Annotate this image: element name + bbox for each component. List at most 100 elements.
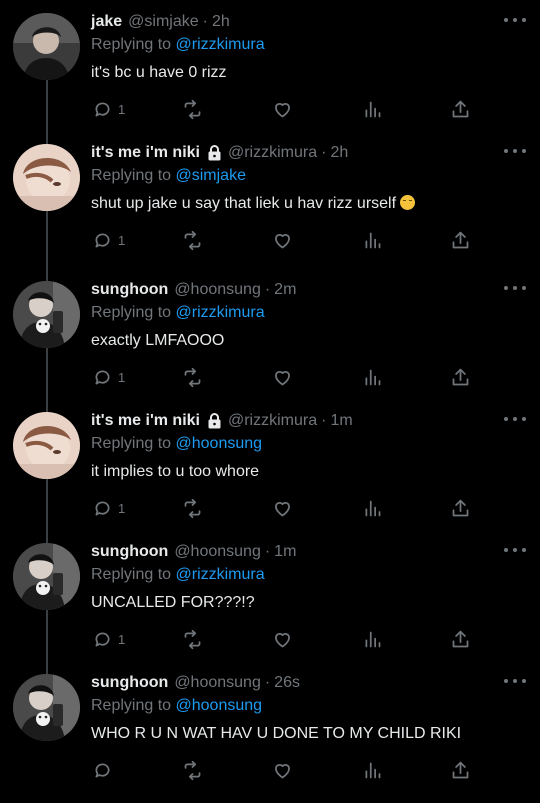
avatar-sunghoon[interactable] xyxy=(13,674,80,741)
separator-dot: · xyxy=(264,281,271,298)
display-name[interactable]: it's me i'm niki xyxy=(91,144,200,162)
timestamp[interactable]: 1m xyxy=(330,412,352,430)
avatar-sunghoon[interactable] xyxy=(13,281,80,348)
timestamp[interactable]: 2m xyxy=(274,281,296,299)
share-button[interactable] xyxy=(450,625,471,653)
user-handle[interactable]: @hoonsung xyxy=(174,674,261,692)
tweet-text-content: exactly LMFAOOO xyxy=(91,332,225,349)
replying-to: Replying to @simjake xyxy=(91,167,246,185)
action-bar: 1 xyxy=(92,226,482,256)
share-button[interactable] xyxy=(450,756,471,784)
user-handle[interactable]: @rizzkimura xyxy=(228,144,317,162)
views-button[interactable] xyxy=(362,363,383,391)
retweet-button[interactable] xyxy=(182,226,203,254)
timestamp[interactable]: 1m xyxy=(274,543,296,561)
share-button[interactable] xyxy=(450,363,471,391)
views-button[interactable] xyxy=(362,494,383,522)
replying-to-mention[interactable]: @rizzkimura xyxy=(176,566,265,583)
views-button[interactable] xyxy=(362,226,383,254)
retweet-icon xyxy=(182,99,203,120)
tweet[interactable]: jake @simjake · 2h Replying to @rizzkimu… xyxy=(0,0,540,131)
avatar-niki[interactable] xyxy=(13,144,80,211)
display-name[interactable]: sunghoon xyxy=(91,674,168,692)
share-icon xyxy=(450,760,471,781)
replying-to-label: Replying to xyxy=(91,435,176,452)
tweet[interactable]: sunghoon @hoonsung · 26s Replying to @ho… xyxy=(0,661,540,792)
unamused-face-emoji xyxy=(400,195,416,210)
replying-to: Replying to @hoonsung xyxy=(91,435,262,453)
tweet-text-content: it's bc u have 0 rizz xyxy=(91,64,227,81)
avatar-sunghoon[interactable] xyxy=(13,543,80,610)
reply-button[interactable]: 1 xyxy=(92,226,125,254)
share-button[interactable] xyxy=(450,95,471,123)
display-name[interactable]: sunghoon xyxy=(91,543,168,561)
share-button[interactable] xyxy=(450,226,471,254)
more-icon[interactable] xyxy=(504,283,526,293)
like-button[interactable] xyxy=(272,494,293,522)
replying-to-mention[interactable]: @simjake xyxy=(176,167,246,184)
tweet[interactable]: sunghoon @hoonsung · 2m Replying to @riz… xyxy=(0,268,540,399)
display-name[interactable]: jake xyxy=(91,13,122,31)
tweet[interactable]: sunghoon @hoonsung · 1m Replying to @riz… xyxy=(0,530,540,661)
replying-to: Replying to @hoonsung xyxy=(91,697,262,715)
retweet-button[interactable] xyxy=(182,494,203,522)
reply-icon xyxy=(92,498,113,519)
action-bar: 1 xyxy=(92,625,482,655)
views-button[interactable] xyxy=(362,95,383,123)
action-bar: 1 xyxy=(92,494,482,524)
retweet-button[interactable] xyxy=(182,363,203,391)
tweet-text: it implies to u too whore xyxy=(91,463,259,481)
more-icon[interactable] xyxy=(504,15,526,25)
retweet-icon xyxy=(182,230,203,251)
views-button[interactable] xyxy=(362,756,383,784)
display-name[interactable]: it's me i'm niki xyxy=(91,412,200,430)
timestamp[interactable]: 2h xyxy=(212,13,230,31)
reply-count: 1 xyxy=(118,500,126,516)
reply-icon xyxy=(92,367,113,388)
reply-count: 1 xyxy=(118,631,126,647)
more-icon[interactable] xyxy=(504,146,526,156)
more-icon[interactable] xyxy=(504,414,526,424)
reply-button[interactable]: 1 xyxy=(92,494,125,522)
reply-button[interactable] xyxy=(92,756,118,784)
reply-count: 1 xyxy=(118,101,126,117)
heart-icon xyxy=(272,760,293,781)
display-name[interactable]: sunghoon xyxy=(91,281,168,299)
share-button[interactable] xyxy=(450,494,471,522)
more-icon[interactable] xyxy=(504,676,526,686)
like-button[interactable] xyxy=(272,756,293,784)
avatar-jake[interactable] xyxy=(13,13,80,80)
replying-to-mention[interactable]: @rizzkimura xyxy=(176,36,265,53)
user-handle[interactable]: @simjake xyxy=(128,13,198,31)
replying-to-mention[interactable]: @rizzkimura xyxy=(176,304,265,321)
more-icon[interactable] xyxy=(504,545,526,555)
like-button[interactable] xyxy=(272,95,293,123)
retweet-icon xyxy=(182,498,203,519)
retweet-button[interactable] xyxy=(182,625,203,653)
user-handle[interactable]: @hoonsung xyxy=(174,543,261,561)
views-button[interactable] xyxy=(362,625,383,653)
tweet[interactable]: it's me i'm niki @rizzkimura · 1m Replyi… xyxy=(0,399,540,530)
replying-to-mention[interactable]: @hoonsung xyxy=(176,697,263,714)
tweet[interactable]: it's me i'm niki @rizzkimura · 2h Replyi… xyxy=(0,131,540,262)
reply-button[interactable]: 1 xyxy=(92,95,125,123)
separator-dot: · xyxy=(202,13,208,30)
retweet-icon xyxy=(182,760,203,781)
timestamp[interactable]: 2h xyxy=(330,144,348,162)
like-button[interactable] xyxy=(272,226,293,254)
reply-button[interactable]: 1 xyxy=(92,363,125,391)
retweet-button[interactable] xyxy=(182,756,203,784)
user-handle[interactable]: @rizzkimura xyxy=(228,412,317,430)
tweet-text-content: WHO R U N WAT HAV U DONE TO MY CHILD RIK… xyxy=(91,725,462,742)
replying-to-mention[interactable]: @hoonsung xyxy=(176,435,263,452)
tweet-header: sunghoon @hoonsung · 2m xyxy=(91,281,500,299)
reply-button[interactable]: 1 xyxy=(92,625,125,653)
like-button[interactable] xyxy=(272,363,293,391)
avatar-niki[interactable] xyxy=(13,412,80,479)
timestamp[interactable]: 26s xyxy=(274,674,300,692)
retweet-button[interactable] xyxy=(182,95,203,123)
heart-icon xyxy=(272,367,293,388)
user-handle[interactable]: @hoonsung xyxy=(174,281,261,299)
like-button[interactable] xyxy=(272,625,293,653)
heart-icon xyxy=(272,498,293,519)
